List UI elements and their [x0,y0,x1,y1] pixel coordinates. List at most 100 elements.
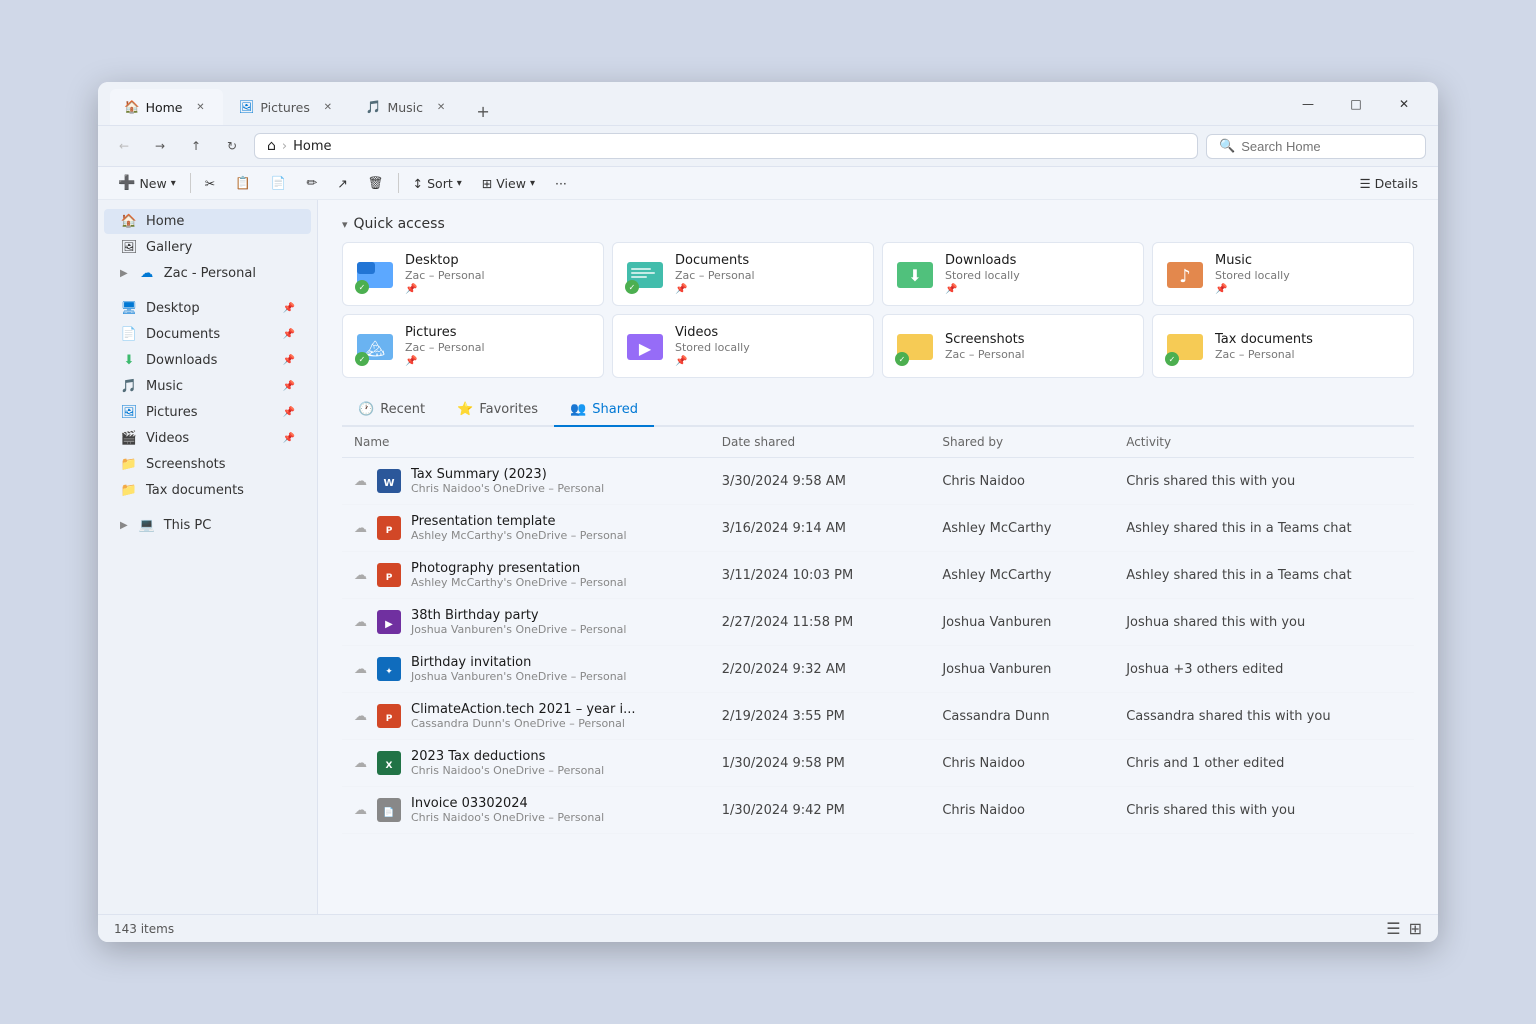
folder-videos-icon: ▶ [625,326,665,366]
cloud-icon: ☁ [354,521,367,536]
file-info: Invoice 03302024 Chris Naidoo's OneDrive… [411,796,604,824]
tab-pictures-label: Pictures [260,100,310,115]
details-button[interactable]: ☰ Details [1351,172,1426,195]
col-date: Date shared [722,435,943,449]
folder-pictures[interactable]: 🏔 ✓ Pictures Zac – Personal 📌 [342,314,604,378]
sidebar-gallery-label: Gallery [146,240,192,255]
sidebar-item-pictures[interactable]: 🖼 Pictures 📌 [104,400,311,425]
current-path: Home [293,139,331,154]
paste-button[interactable]: 📄 [263,171,295,195]
more-button[interactable]: ··· [547,172,575,195]
svg-text:P: P [386,714,393,724]
folder-music[interactable]: ♪ Music Stored locally 📌 [1152,242,1414,306]
folder-videos[interactable]: ▶ Videos Stored locally 📌 [612,314,874,378]
sidebar-item-home[interactable]: 🏠 Home [104,209,311,234]
back-button[interactable]: ← [110,132,138,160]
pc-icon: 💻 [138,518,156,533]
sidebar-item-screenshots[interactable]: 📁 Screenshots [104,452,311,477]
tab-pictures-close[interactable]: ✕ [320,99,336,115]
maximize-button[interactable]: □ [1334,88,1378,120]
music-tab-icon: 🎵 [366,99,382,115]
pin-icon: 📌 [283,381,295,392]
quick-access-toggle[interactable]: ▾ [342,218,348,231]
tab-favorites[interactable]: ⭐ Favorites [441,394,554,427]
pin-icon: 📌 [283,355,295,366]
sidebar-item-tax-documents[interactable]: 📁 Tax documents [104,478,311,503]
tab-music[interactable]: 🎵 Music ✕ [352,89,463,125]
table-header: Name Date shared Shared by Activity [342,427,1414,458]
table-row[interactable]: ☁ ▶ 38th Birthday party Joshua Vanburen'… [342,599,1414,646]
tab-shared-label: Shared [592,402,638,417]
close-button[interactable]: ✕ [1382,88,1426,120]
pictures-tab-icon: 🖼 [239,99,255,115]
address-box[interactable]: ⌂ › Home [254,133,1198,159]
tab-home-close[interactable]: ✕ [193,99,209,115]
delete-button[interactable]: 🗑 [360,171,392,195]
folder-screenshots[interactable]: ✓ Screenshots Zac – Personal [882,314,1144,378]
sidebar-item-downloads[interactable]: ⬇ Downloads 📌 [104,348,311,373]
sort-icon: ↕ [413,176,423,191]
share-button[interactable]: ↗ [329,172,355,195]
sidebar-music-label: Music [146,379,183,394]
table-row[interactable]: ☁ ✦ Birthday invitation Joshua Vanburen'… [342,646,1414,693]
table-row[interactable]: ☁ X 2023 Tax deductions Chris Naidoo's O… [342,740,1414,787]
cut-button[interactable]: ✂ [197,172,223,195]
folder-desktop[interactable]: ✓ Desktop Zac – Personal 📌 [342,242,604,306]
new-button[interactable]: ➕ New ▾ [110,171,184,195]
tab-home-label: Home [146,100,183,115]
tab-shared[interactable]: 👥 Shared [554,394,654,427]
forward-button[interactable]: → [146,132,174,160]
rename-button[interactable]: ✏ [298,172,325,195]
tab-recent-label: Recent [380,402,425,417]
col-activity: Activity [1126,435,1402,449]
up-button[interactable]: ↑ [182,132,210,160]
folder-documents[interactable]: ✓ Documents Zac – Personal 📌 [612,242,874,306]
tab-recent[interactable]: 🕐 Recent [342,394,441,427]
cloud-icon: ☁ [354,756,367,771]
sidebar-item-music[interactable]: 🎵 Music 📌 [104,374,311,399]
view-button[interactable]: ⊞ View ▾ [474,172,543,195]
window-controls: — □ ✕ [1286,88,1426,120]
col-shared-by: Shared by [942,435,1126,449]
table-row[interactable]: ☁ P Presentation template Ashley McCarth… [342,505,1414,552]
file-info: Tax Summary (2023) Chris Naidoo's OneDri… [411,467,604,495]
search-input[interactable] [1241,139,1413,154]
sidebar-item-gallery[interactable]: 🖼 Gallery [104,235,311,260]
table-row[interactable]: ☁ P ClimateAction.tech 2021 – year i... … [342,693,1414,740]
sync-icon: ✓ [1165,352,1179,366]
svg-text:P: P [386,573,393,583]
sidebar-item-videos[interactable]: 🎬 Videos 📌 [104,426,311,451]
table-row[interactable]: ☁ W Tax Summary (2023) Chris Naidoo's On… [342,458,1414,505]
home-icon: 🏠 [120,214,138,229]
search-box[interactable]: 🔍 [1206,134,1426,159]
add-tab-button[interactable]: + [469,97,497,125]
tab-pictures[interactable]: 🖼 Pictures ✕ [225,89,350,125]
folder-downloads[interactable]: ⬇ Downloads Stored locally 📌 [882,242,1144,306]
list-view-button[interactable]: ☰ [1386,919,1400,938]
sidebar-item-zac[interactable]: ▶ ☁ Zac - Personal [104,261,311,286]
table-row[interactable]: ☁ P Photography presentation Ashley McCa… [342,552,1414,599]
sidebar-item-documents[interactable]: 📄 Documents 📌 [104,322,311,347]
folder-downloads-icon: ⬇ [895,254,935,294]
refresh-button[interactable]: ↻ [218,132,246,160]
video-icon: ▶ [377,610,401,634]
table-row[interactable]: ☁ 📄 Invoice 03302024 Chris Naidoo's OneD… [342,787,1414,834]
view-label: View [496,176,526,191]
minimize-button[interactable]: — [1286,88,1330,120]
new-label: New [139,176,166,191]
copy-button[interactable]: 📋 [227,171,259,195]
folder-tax-docs[interactable]: ✓ Tax documents Zac – Personal [1152,314,1414,378]
desktop-icon: 🖥 [120,301,138,316]
tab-home[interactable]: 🏠 Home ✕ [110,89,223,125]
file-cell: ☁ P ClimateAction.tech 2021 – year i... … [354,702,722,730]
item-count: 143 items [114,922,174,936]
details-icon: ☰ [1359,176,1370,191]
cloud-icon: ☁ [138,266,156,281]
cloud-icon: ☁ [354,803,367,818]
tab-music-close[interactable]: ✕ [433,99,449,115]
sort-button[interactable]: ↕ Sort ▾ [405,172,470,195]
grid-view-button[interactable]: ⊞ [1409,919,1422,938]
sync-icon: ✓ [625,280,639,294]
sidebar-item-this-pc[interactable]: ▶ 💻 This PC [104,513,311,538]
sidebar-item-desktop[interactable]: 🖥 Desktop 📌 [104,296,311,321]
